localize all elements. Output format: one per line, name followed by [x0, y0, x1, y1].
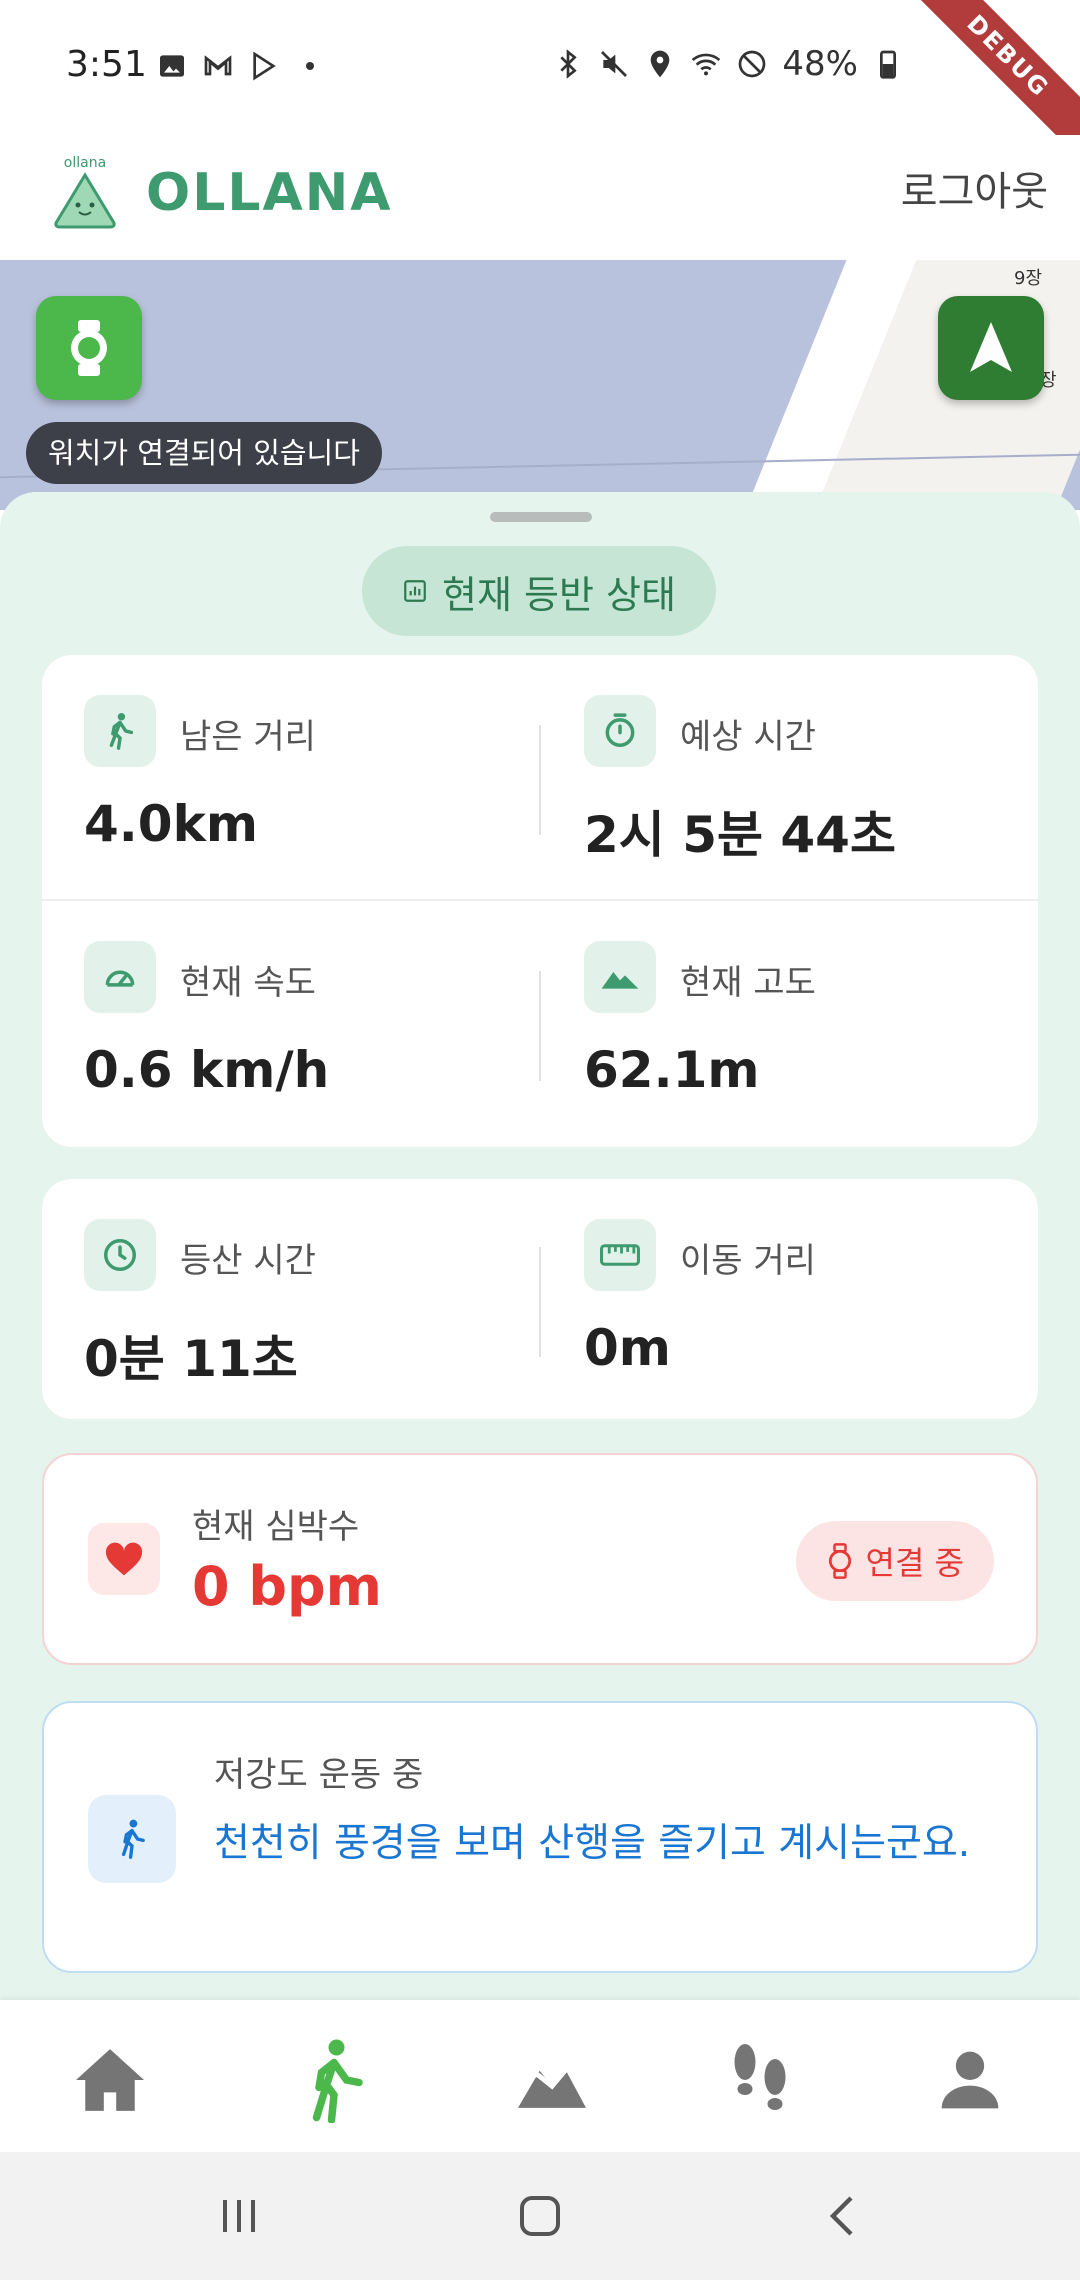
nav-hiking[interactable] [284, 2030, 384, 2130]
battery-percent: 48% [782, 44, 858, 84]
speedometer-icon [84, 941, 156, 1013]
navigation-button[interactable] [938, 296, 1044, 400]
metric-label: 남은 거리 [180, 717, 316, 757]
nav-footprints[interactable] [710, 2030, 810, 2130]
climb-status-label: 현재 등반 상태 [442, 572, 676, 617]
navigation-arrow-icon [970, 322, 1012, 372]
app-logo-text: OLLANA [146, 163, 393, 223]
app-header: ollana OLLANA 로그아웃 [0, 135, 1080, 260]
metric-value: 4.0km [84, 795, 258, 853]
dot-icon [306, 62, 314, 70]
bluetooth-icon [560, 49, 578, 79]
divider [539, 971, 541, 1081]
bottom-navigation [0, 2000, 1080, 2152]
climb-status-sheet: 현재 등반 상태 남은 거리 4.0km 예상 시간 2시 5분 44초 현재 … [0, 492, 1080, 2000]
climb-status-chip[interactable]: 현재 등반 상태 [362, 546, 716, 636]
notification-icons [156, 50, 326, 82]
primary-metrics-card: 남은 거리 4.0km 예상 시간 2시 5분 44초 현재 속도 0.6 km… [42, 655, 1038, 1147]
home-system-button[interactable] [505, 2186, 575, 2246]
metric-value: 0.6 km/h [84, 1041, 330, 1099]
watch-icon [828, 1543, 851, 1579]
watch-connected-toast: 워치가 연결되어 있습니다 [26, 422, 382, 484]
nav-profile[interactable] [920, 2030, 1020, 2130]
back-icon [829, 2196, 853, 2236]
wifi-icon [692, 53, 721, 76]
ruler-icon [584, 1219, 656, 1291]
metric-value: 0m [584, 1319, 671, 1377]
sheet-drag-handle[interactable] [490, 512, 592, 522]
hiker-icon [84, 695, 156, 767]
svg-text:ollana: ollana [64, 155, 106, 171]
back-button[interactable] [808, 2186, 878, 2246]
nav-mountain-stats[interactable] [502, 2030, 602, 2130]
system-navigation-bar [0, 2152, 1080, 2280]
profile-icon [941, 2051, 999, 2109]
secondary-metrics-card: 등산 시간 0분 11초 이동 거리 0m [42, 1179, 1038, 1419]
ollana-logo-icon: ollana [54, 155, 116, 229]
metric-value: 0분 11초 [84, 1330, 298, 1388]
metric-value: 62.1m [584, 1041, 760, 1099]
footprints-icon [734, 2044, 786, 2110]
clock-icon [84, 1219, 156, 1291]
stopwatch-icon [584, 695, 656, 767]
divider [42, 899, 1038, 901]
status-bar: 3:51 48% DEBUG [0, 0, 1080, 164]
recent-apps-button[interactable] [204, 2186, 274, 2246]
logout-button[interactable]: 로그아웃 [901, 159, 1048, 217]
metric-value: 2시 5분 44초 [584, 806, 896, 864]
metric-label: 현재 속도 [180, 963, 316, 1003]
play-store-icon [253, 51, 276, 81]
activity-intensity-card: 저강도 운동 중 천천히 풍경을 보며 산행을 즐기고 계시는군요. [42, 1701, 1038, 1973]
metric-label: 현재 고도 [680, 963, 816, 1003]
hiking-icon [312, 2039, 363, 2123]
battery-icon [880, 50, 896, 79]
mountain-icon [584, 941, 656, 1013]
do-not-disturb-icon [739, 50, 766, 78]
watch-connect-button[interactable] [36, 296, 142, 400]
gmail-icon [204, 55, 232, 76]
home-circle-icon [520, 2196, 560, 2236]
activity-message: 천천히 풍경을 보며 산행을 즐기고 계시는군요. [214, 1821, 971, 1866]
heart-rate-card: 현재 심박수 0 bpm 연결 중 [42, 1453, 1038, 1665]
watch-icon [71, 320, 107, 376]
heart-rate-value: 0 bpm [192, 1555, 382, 1618]
home-icon [76, 2049, 144, 2111]
walking-icon [88, 1795, 176, 1883]
location-icon [651, 50, 670, 78]
connection-status-label: 연결 중 [865, 1544, 965, 1582]
status-time: 3:51 [66, 44, 147, 85]
mute-icon [601, 51, 628, 77]
watch-connection-status[interactable]: 연결 중 [795, 1521, 994, 1601]
recent-apps-icon [223, 2200, 255, 2232]
heart-icon [88, 1523, 160, 1595]
metric-label: 예상 시간 [680, 717, 816, 757]
metric-label: 등산 시간 [180, 1241, 316, 1281]
chart-icon [404, 580, 426, 602]
activity-title: 저강도 운동 중 [214, 1755, 424, 1795]
system-icons: 48% [552, 44, 904, 84]
gallery-icon [160, 55, 184, 77]
heart-rate-label: 현재 심박수 [192, 1507, 360, 1547]
metric-label: 이동 거리 [680, 1241, 816, 1281]
nav-home[interactable] [60, 2030, 160, 2130]
divider [539, 725, 541, 835]
map-label: 9장 [1014, 268, 1043, 289]
divider [539, 1247, 541, 1357]
mountain-chart-icon [516, 2064, 588, 2108]
